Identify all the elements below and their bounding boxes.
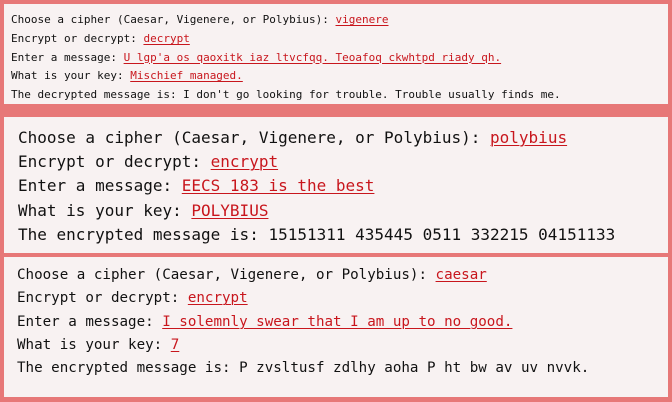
mode-input-value: encrypt (187, 290, 248, 307)
result-line: The decrypted message is: I don't go loo… (11, 88, 561, 102)
key-input-value: Mischief managed. (130, 69, 243, 83)
key-input-value: 7 (170, 336, 180, 353)
mode-input-value: decrypt (143, 31, 190, 45)
prompt-text: What is your key: (11, 69, 131, 83)
message-input-value: EECS 183 is the best (181, 176, 375, 196)
terminal-output-vigenere: Choose a cipher (Caesar, Vigenere, or Po… (4, 4, 668, 104)
prompt-text: Enter a message: (11, 50, 124, 64)
prompt-text: Choose a cipher (Caesar, Vigenere, or Po… (11, 13, 336, 26)
cipher-prompt-line: Choose a cipher (Caesar, Vigenere, or Po… (11, 11, 668, 30)
prompt-text: Enter a message: (17, 313, 163, 330)
prompt-text: Encrypt or decrypt: (18, 152, 211, 172)
mode-prompt-line: Encrypt or decrypt: encrypt (18, 150, 668, 174)
prompt-text: What is your key: (18, 200, 192, 220)
key-input-value: POLYBIUS (191, 200, 269, 220)
message-prompt-line: Enter a message: EECS 183 is the best (18, 174, 668, 198)
mode-prompt-line: Encrypt or decrypt: encrypt (17, 287, 668, 310)
message-input-value: I solemnly swear that I am up to no good… (162, 313, 513, 330)
result-line: The encrypted message is: 15151311 43544… (18, 224, 616, 244)
prompt-text: What is your key: (17, 336, 171, 353)
prompt-text: Enter a message: (18, 176, 182, 196)
message-prompt-line: Enter a message: U lgp'a os qaoxitk iaz … (11, 49, 668, 68)
cipher-prompt-line: Choose a cipher (Caesar, Vigenere, or Po… (17, 264, 668, 287)
terminal-output-caesar: Choose a cipher (Caesar, Vigenere, or Po… (4, 257, 668, 397)
key-prompt-line: What is your key: Mischief managed. (11, 67, 668, 86)
mode-input-value: encrypt (210, 152, 279, 172)
result-line: The encrypted message is: P zvsltusf zdl… (17, 360, 590, 377)
cipher-input-value: caesar (435, 267, 487, 283)
prompt-text: Choose a cipher (Caesar, Vigenere, or Po… (18, 128, 491, 147)
cipher-prompt-line: Choose a cipher (Caesar, Vigenere, or Po… (18, 126, 668, 150)
cipher-input-value: vigenere (335, 13, 389, 26)
prompt-text: Encrypt or decrypt: (17, 290, 188, 307)
message-input-value: U lgp'a os qaoxitk iaz ltvcfqq. Teoafoq … (123, 50, 502, 64)
prompt-text: Encrypt or decrypt: (11, 31, 144, 45)
mode-prompt-line: Encrypt or decrypt: decrypt (11, 30, 668, 49)
terminal-output-polybius: Choose a cipher (Caesar, Vigenere, or Po… (4, 117, 668, 253)
message-prompt-line: Enter a message: I solemnly swear that I… (17, 311, 668, 334)
prompt-text: Choose a cipher (Caesar, Vigenere, or Po… (17, 267, 436, 283)
key-prompt-line: What is your key: POLYBIUS (18, 199, 668, 223)
key-prompt-line: What is your key: 7 (17, 334, 668, 357)
cipher-input-value: polybius (490, 128, 568, 147)
